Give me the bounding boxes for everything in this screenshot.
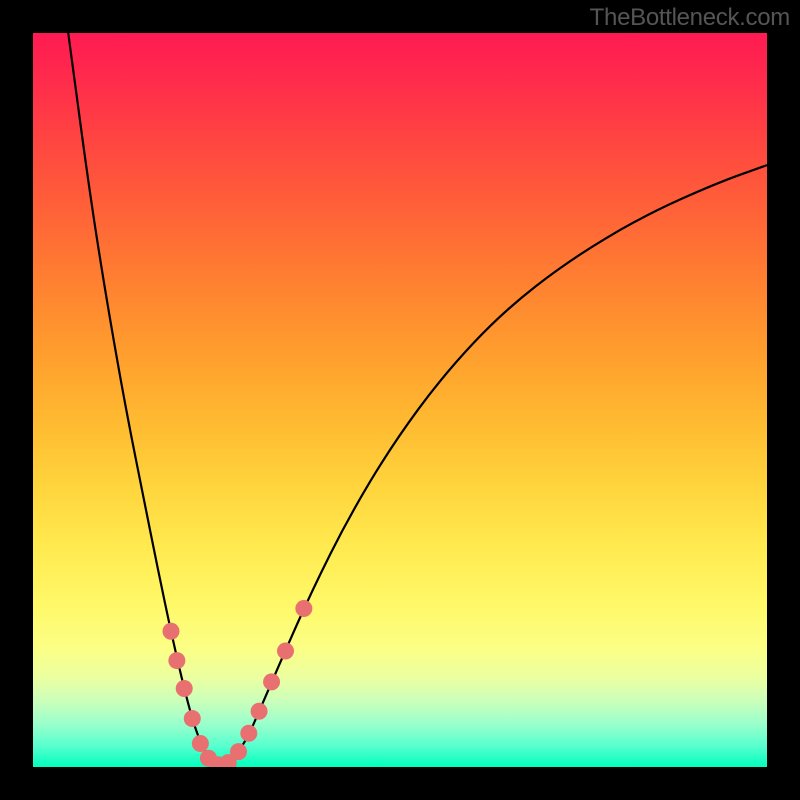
curve-marker	[240, 725, 257, 742]
chart-frame: TheBottleneck.com	[0, 0, 800, 800]
curve-marker	[162, 623, 179, 640]
curve-marker	[295, 600, 312, 617]
curve-marker	[176, 680, 193, 697]
watermark-text: TheBottleneck.com	[590, 4, 790, 32]
curve-markers	[162, 600, 312, 767]
curve-marker	[192, 735, 209, 752]
curve-marker	[263, 673, 280, 690]
curve-marker	[277, 643, 294, 660]
chart-plot-area	[33, 33, 767, 767]
curve-marker	[184, 710, 201, 727]
bottleneck-curve-svg	[33, 33, 767, 767]
curve-marker	[168, 652, 185, 669]
curve-marker	[230, 743, 247, 760]
curve-marker	[251, 703, 268, 720]
